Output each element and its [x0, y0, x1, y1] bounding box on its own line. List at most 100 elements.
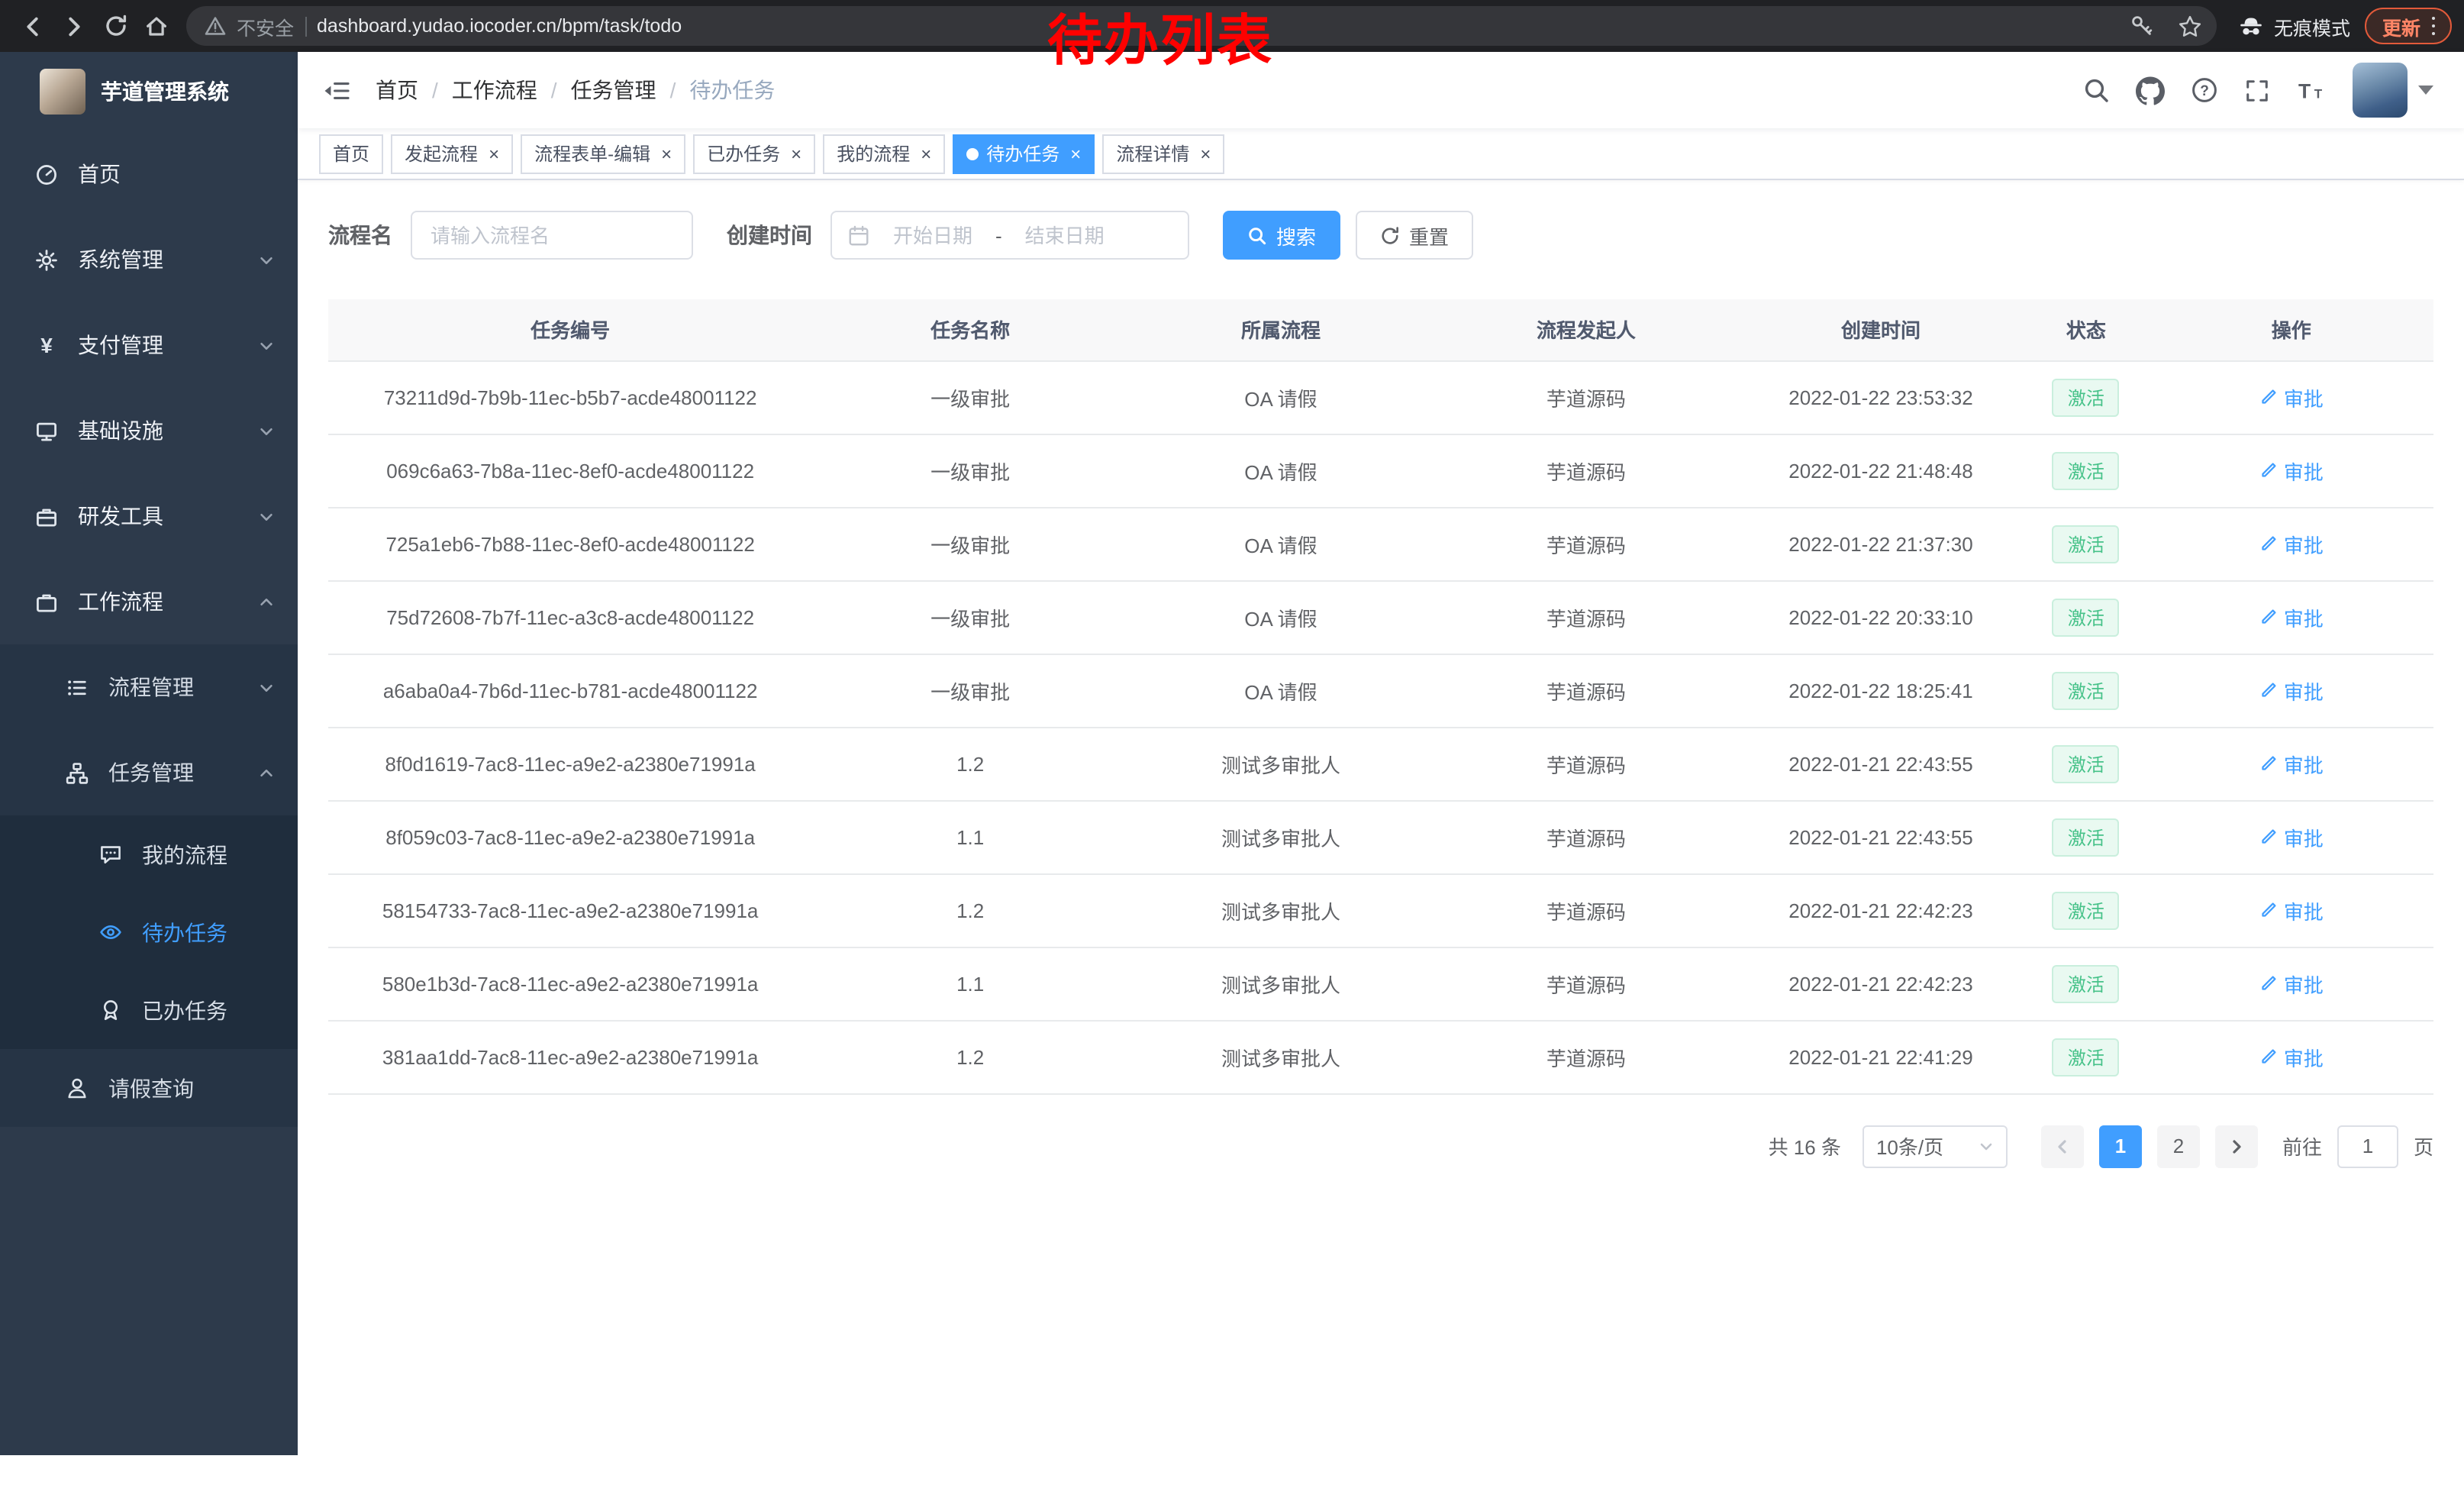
tags-view-bar: 首页 发起流程 × 流程表单-编辑 × 已办任务 × 我的流程 ×	[298, 128, 2464, 180]
search-button[interactable]: 搜索	[1223, 211, 1340, 260]
browser-back-button[interactable]	[12, 5, 53, 47]
sidebar-item-infrastructure[interactable]: 基础设施	[0, 388, 298, 473]
sidebar-item-task-management[interactable]: 任务管理	[0, 730, 298, 815]
browser-update-button[interactable]: 更新	[2366, 8, 2452, 44]
sidebar-item-payment-management[interactable]: ¥ 支付管理	[0, 302, 298, 388]
close-icon[interactable]: ×	[791, 144, 801, 163]
cell-status: 激活	[2023, 800, 2149, 873]
sidebar-item-label: 已办任务	[142, 995, 227, 1025]
breadcrumb-current: 待办任务	[689, 75, 775, 105]
fullscreen-icon[interactable]	[2244, 77, 2270, 103]
breadcrumb-home[interactable]: 首页	[376, 75, 418, 105]
goto-page-input[interactable]	[2337, 1125, 2398, 1167]
goto-label: 前往	[2282, 1131, 2322, 1160]
column-header-process: 所属流程	[1128, 299, 1434, 360]
cell-task-name: 一级审批	[812, 580, 1128, 654]
page-button-2[interactable]: 2	[2157, 1125, 2200, 1167]
cell-task-id: 8f0d1619-7ac8-11ec-a9e2-a2380e71991a	[328, 727, 812, 800]
tab-todo-tasks[interactable]: 待办任务 ×	[953, 134, 1095, 173]
incognito-badge: 无痕模式	[2239, 11, 2350, 40]
approve-link[interactable]: 审批	[2259, 383, 2324, 412]
github-icon[interactable]	[2136, 76, 2165, 105]
edit-pencil-icon	[2259, 901, 2278, 919]
approve-link[interactable]: 审批	[2259, 969, 2324, 998]
edit-pencil-icon	[2259, 974, 2278, 993]
approve-link[interactable]: 审批	[2259, 529, 2324, 558]
sidebar-item-my-processes[interactable]: 我的流程	[0, 815, 298, 893]
approve-link[interactable]: 审批	[2259, 749, 2324, 778]
tab-start-process[interactable]: 发起流程 ×	[391, 134, 513, 173]
close-icon[interactable]: ×	[1200, 144, 1211, 163]
cell-process: 测试多审批人	[1128, 947, 1434, 1020]
page-size-select[interactable]: 10条/页	[1863, 1125, 2008, 1167]
prev-page-button[interactable]	[2041, 1125, 2084, 1167]
tab-my-processes[interactable]: 我的流程 ×	[823, 134, 945, 173]
cell-actions: 审批	[2150, 434, 2433, 507]
sidebar-item-leave-query[interactable]: 请假查询	[0, 1049, 298, 1127]
start-date-input[interactable]	[876, 224, 989, 247]
close-icon[interactable]: ×	[489, 144, 499, 163]
sidebar-item-system-management[interactable]: 系统管理	[0, 217, 298, 302]
cell-actions: 审批	[2150, 873, 2433, 947]
sidebar-item-workflow[interactable]: 工作流程	[0, 559, 298, 644]
sidebar-item-home[interactable]: 首页	[0, 131, 298, 217]
edit-pencil-icon	[2259, 534, 2278, 553]
cell-task-name: 1.2	[812, 727, 1128, 800]
user-avatar[interactable]	[2353, 63, 2408, 118]
browser-address-bar[interactable]: 不安全 dashboard.yudao.iocoder.cn/bpm/task/…	[186, 6, 2217, 46]
column-header-task-id: 任务编号	[328, 299, 812, 360]
date-range-picker[interactable]: -	[830, 211, 1189, 260]
browser-menu-kebab-icon[interactable]	[2431, 17, 2435, 36]
close-icon[interactable]: ×	[921, 144, 931, 163]
url-text: dashboard.yudao.iocoder.cn/bpm/task/todo	[317, 15, 682, 37]
sidebar-item-process-management[interactable]: 流程管理	[0, 644, 298, 730]
cell-task-id: 580e1b3d-7ac8-11ec-a9e2-a2380e71991a	[328, 947, 812, 1020]
font-size-icon[interactable]: TT	[2296, 77, 2327, 103]
tab-process-form-edit[interactable]: 流程表单-编辑 ×	[521, 134, 685, 173]
active-tab-dot	[966, 147, 979, 160]
breadcrumb-workflow[interactable]: 工作流程	[452, 75, 537, 105]
column-header-task-name: 任务名称	[812, 299, 1128, 360]
approve-link[interactable]: 审批	[2259, 456, 2324, 485]
breadcrumb-task-management[interactable]: 任务管理	[571, 75, 656, 105]
next-page-button[interactable]	[2215, 1125, 2258, 1167]
user-menu[interactable]	[2353, 63, 2433, 118]
browser-forward-button[interactable]	[53, 5, 95, 47]
approve-link[interactable]: 审批	[2259, 822, 2324, 851]
sidebar-item-done-tasks[interactable]: 已办任务	[0, 971, 298, 1049]
caret-down-icon	[2418, 86, 2433, 95]
cell-actions: 审批	[2150, 947, 2433, 1020]
sidebar-toggle-hamburger-icon[interactable]	[322, 77, 351, 103]
sidebar-item-dev-tools[interactable]: 研发工具	[0, 473, 298, 559]
reset-button[interactable]: 重置	[1356, 211, 1473, 260]
approve-link[interactable]: 审批	[2259, 602, 2324, 631]
page-button-1[interactable]: 1	[2099, 1125, 2142, 1167]
table-row: 580e1b3d-7ac8-11ec-a9e2-a2380e71991a 1.1…	[328, 947, 2433, 1020]
process-name-input[interactable]	[411, 211, 693, 260]
cell-task-id: a6aba0a4-7b6d-11ec-b781-acde48001122	[328, 654, 812, 727]
end-date-input[interactable]	[1008, 224, 1121, 247]
monitor-icon	[34, 419, 60, 442]
sidebar-item-todo-tasks[interactable]: 待办任务	[0, 893, 298, 971]
search-icon[interactable]	[2082, 76, 2110, 104]
tab-home[interactable]: 首页	[319, 134, 383, 173]
password-key-icon[interactable]	[2124, 8, 2161, 44]
cell-initiator: 芋道源码	[1434, 727, 1739, 800]
help-question-icon[interactable]: ?	[2191, 76, 2218, 104]
approve-link[interactable]: 审批	[2259, 1042, 2324, 1071]
approve-link[interactable]: 审批	[2259, 896, 2324, 925]
page-unit-label: 页	[2414, 1131, 2433, 1160]
chevron-down-icon	[258, 337, 275, 353]
cell-created-time: 2022-01-22 20:33:10	[1739, 580, 2023, 654]
close-icon[interactable]: ×	[1070, 144, 1081, 163]
browser-home-button[interactable]	[136, 5, 177, 47]
bookmark-star-icon[interactable]	[2172, 8, 2208, 44]
tab-process-detail[interactable]: 流程详情 ×	[1102, 134, 1224, 173]
browser-refresh-button[interactable]	[95, 5, 136, 47]
tab-done-tasks[interactable]: 已办任务 ×	[693, 134, 815, 173]
close-icon[interactable]: ×	[661, 144, 672, 163]
approve-link[interactable]: 审批	[2259, 676, 2324, 705]
cell-task-id: 58154733-7ac8-11ec-a9e2-a2380e71991a	[328, 873, 812, 947]
table-row: 381aa1dd-7ac8-11ec-a9e2-a2380e71991a 1.2…	[328, 1020, 2433, 1093]
cell-task-name: 1.2	[812, 873, 1128, 947]
